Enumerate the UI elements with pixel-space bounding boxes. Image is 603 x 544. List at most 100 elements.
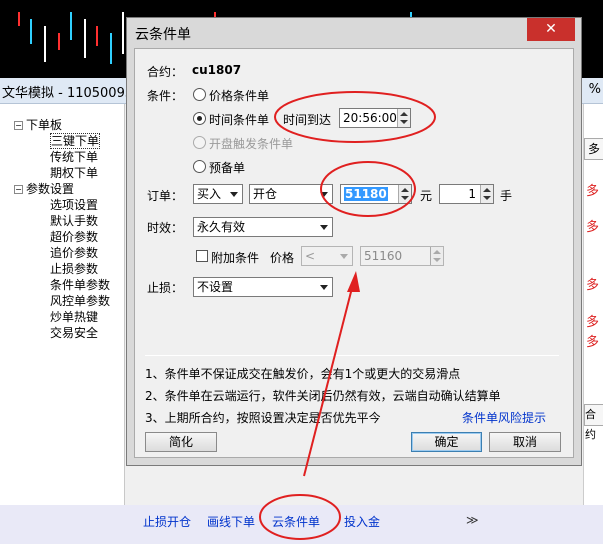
side-item[interactable]: 多 <box>586 216 599 235</box>
candle-mark <box>44 26 46 62</box>
bottom-toolbar: 止损开仓 画线下单 云条件单 投入金 ≫ <box>0 505 603 544</box>
simplify-button[interactable]: 简化 <box>145 432 217 452</box>
time-value: 20:56:00 <box>343 111 397 125</box>
price-value: 51180 <box>344 187 388 201</box>
condition-label: 条件： <box>147 89 184 103</box>
link-stoploss-open[interactable]: 止损开仓 <box>143 513 191 530</box>
lots-unit: 手 <box>500 189 513 203</box>
tree-item[interactable]: − 下单板 <box>14 117 62 133</box>
tree-item[interactable]: 条件单参数 <box>50 277 110 293</box>
stoploss-select[interactable]: 不设置 <box>193 277 333 297</box>
time-input[interactable]: 20:56:00 <box>339 108 411 128</box>
chevron-down-icon <box>320 225 328 230</box>
offset-select[interactable]: 开仓 <box>249 184 333 204</box>
price-spinner[interactable] <box>398 185 411 203</box>
tree-item[interactable]: 默认手数 <box>50 213 98 229</box>
tree-item[interactable]: 传统下单 <box>50 149 98 165</box>
lots-spinner[interactable] <box>480 185 493 203</box>
settings-tree: − 下单板 三键下单 传统下单 期权下单 − 参数设置 选项设置 默认手数 超价参数 追价参数 止损参… <box>0 104 125 518</box>
tree-collapse-icon[interactable]: − <box>14 121 23 130</box>
price-condition-label[interactable]: 价格条件单 <box>209 87 269 104</box>
link-cloud-condition-order[interactable]: 云条件单 <box>272 513 320 530</box>
time-spinner[interactable] <box>397 109 410 127</box>
zoom-suffix: % <box>588 82 601 97</box>
side-item[interactable]: 多 <box>586 274 599 293</box>
side-item[interactable]: 多 <box>586 311 599 330</box>
close-button[interactable]: ✕ <box>527 18 575 41</box>
link-line-order[interactable]: 画线下单 <box>207 513 255 530</box>
note-1: 1、条件单不保证成交在触发价，会有1个或更大的交易滑点 <box>145 367 461 381</box>
side-panel-header[interactable]: 多 <box>584 138 603 160</box>
extra-price-value: 51160 <box>364 249 403 263</box>
tree-item[interactable]: 止损参数 <box>50 261 98 277</box>
expand-icon[interactable]: ≫ <box>466 513 479 527</box>
cloud-condition-order-dialog: 云条件单 ✕ 合约： cu1807 条件： 价格条件单 时间条件单 时间到达 2… <box>126 17 582 466</box>
tree-item[interactable]: 追价参数 <box>50 245 98 261</box>
tree-item[interactable]: 炒单热键 <box>50 309 98 325</box>
tree-item-label: 传统下单 <box>50 150 99 164</box>
tree-item-label: 追价参数 <box>50 246 99 260</box>
stoploss-label: 止损： <box>147 281 184 295</box>
chevron-down-icon <box>230 192 238 197</box>
tree-item-label: 三键下单 <box>50 133 101 149</box>
prepared-order-radio[interactable] <box>193 160 206 173</box>
dialog-title-bar[interactable]: 云条件单 ✕ <box>127 18 581 47</box>
side-item[interactable]: 多 <box>586 331 599 350</box>
tree-item[interactable]: 三键下单 <box>50 133 101 149</box>
candle-mark <box>58 33 60 50</box>
tree-item[interactable]: − 参数设置 <box>14 181 74 197</box>
price-condition-radio[interactable] <box>193 88 206 101</box>
candle-mark <box>70 12 72 40</box>
tree-item[interactable]: 选项设置 <box>50 197 98 213</box>
tree-item-label: 风控单参数 <box>50 294 111 308</box>
candle-mark <box>84 19 86 58</box>
lots-value: 1 <box>468 187 476 201</box>
tree-item[interactable]: 期权下单 <box>50 165 98 181</box>
lots-input[interactable]: 1 <box>439 184 494 204</box>
contract-label: 合约： <box>147 65 184 79</box>
cancel-button[interactable]: 取消 <box>489 432 561 452</box>
extra-price-input: 51160 <box>360 246 444 266</box>
tree-item-label: 参数设置 <box>26 182 75 196</box>
candle-mark <box>30 19 32 44</box>
tree-item-label: 下单板 <box>26 118 63 132</box>
dialog-title: 云条件单 <box>135 27 191 43</box>
time-reach-label: 时间到达 <box>283 113 332 127</box>
extra-condition-label[interactable]: 附加条件 <box>211 249 259 266</box>
direction-select[interactable]: 买入 <box>193 184 243 204</box>
candle-mark <box>110 33 112 64</box>
extra-condition-checkbox[interactable] <box>196 250 208 262</box>
tree-item[interactable]: 超价参数 <box>50 229 98 245</box>
tree-item-label: 交易安全 <box>50 326 99 340</box>
tree-item[interactable]: 风控单参数 <box>50 293 110 309</box>
side-item[interactable]: 多 <box>586 180 599 199</box>
chevron-down-icon <box>320 285 328 290</box>
link-deposit[interactable]: 投入金 <box>344 513 380 530</box>
extra-operator-select: < <box>301 246 353 266</box>
dialog-body: 合约： cu1807 条件： 价格条件单 时间条件单 时间到达 20:56:00… <box>134 48 574 458</box>
order-side-panel: 多 多 多 多 多 多 合约 <box>583 104 603 518</box>
risk-notice-link[interactable]: 条件单风险提示 <box>462 409 546 426</box>
order-label: 订单： <box>147 189 184 203</box>
ok-button[interactable]: 确定 <box>411 432 482 452</box>
note-2: 2、条件单在云端运行，软件关闭后仍然有效，云端自动确认结算单 <box>145 389 501 403</box>
prepared-order-label[interactable]: 预备单 <box>209 159 245 176</box>
tree-item-label: 止损参数 <box>50 262 99 276</box>
open-trigger-label: 开盘触发条件单 <box>209 137 294 151</box>
chevron-down-icon <box>340 254 348 259</box>
yuan-label: 元 <box>420 189 433 203</box>
price-input[interactable]: 51180 <box>340 184 412 204</box>
tree-item-label: 选项设置 <box>50 198 99 212</box>
side-panel-header-contract[interactable]: 合约 <box>584 404 603 441</box>
tree-item-label: 期权下单 <box>50 166 99 180</box>
candle-mark <box>18 12 20 26</box>
validity-value: 永久有效 <box>197 220 246 234</box>
extra-price-label: 价格 <box>270 251 295 265</box>
validity-select[interactable]: 永久有效 <box>193 217 333 237</box>
time-condition-label[interactable]: 时间条件单 <box>209 111 269 128</box>
tree-item[interactable]: 交易安全 <box>50 325 98 341</box>
extra-operator-value: < <box>305 249 316 263</box>
tree-collapse-icon[interactable]: − <box>14 185 23 194</box>
note-3: 3、上期所合约，按照设置决定是否优先平今 <box>145 411 381 425</box>
time-condition-radio[interactable] <box>193 112 206 125</box>
